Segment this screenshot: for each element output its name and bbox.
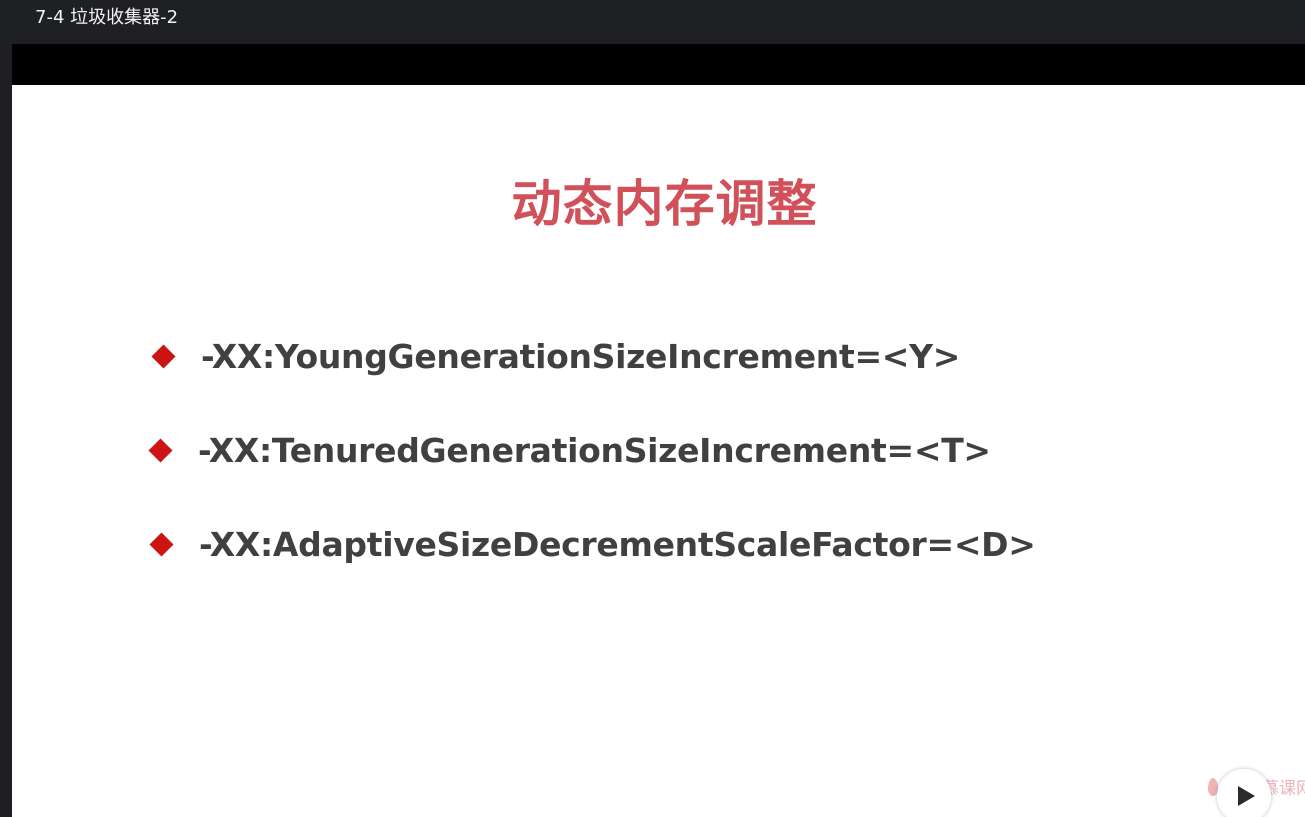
bullet-item: -XX:TenuredGenerationSizeIncrement=<T>	[148, 425, 991, 475]
video-player[interactable]: 动态内存调整 -XX:YoungGenerationSizeIncrement=…	[12, 44, 1305, 817]
diamond-bullet-icon	[148, 437, 173, 463]
bullet-item: -XX:AdaptiveSizeDecrementScaleFactor=<D>	[149, 519, 1036, 569]
bullet-text: -XX:AdaptiveSizeDecrementScaleFactor=<D>	[199, 524, 1036, 564]
bullet-text: -XX:YoungGenerationSizeIncrement=<Y>	[201, 336, 961, 376]
play-icon	[1237, 786, 1255, 806]
diamond-bullet-icon	[149, 531, 174, 557]
top-bar: 7-4 垃圾收集器-2	[0, 0, 1305, 40]
bullet-text: -XX:TenuredGenerationSizeIncrement=<T>	[198, 430, 991, 470]
play-button[interactable]	[1217, 769, 1271, 817]
diamond-bullet-icon	[151, 343, 176, 369]
video-title: 7-4 垃圾收集器-2	[35, 7, 179, 28]
bullet-list: -XX:YoungGenerationSizeIncrement=<Y> -XX…	[12, 44, 1305, 817]
bullet-item: -XX:YoungGenerationSizeIncrement=<Y>	[151, 331, 961, 381]
